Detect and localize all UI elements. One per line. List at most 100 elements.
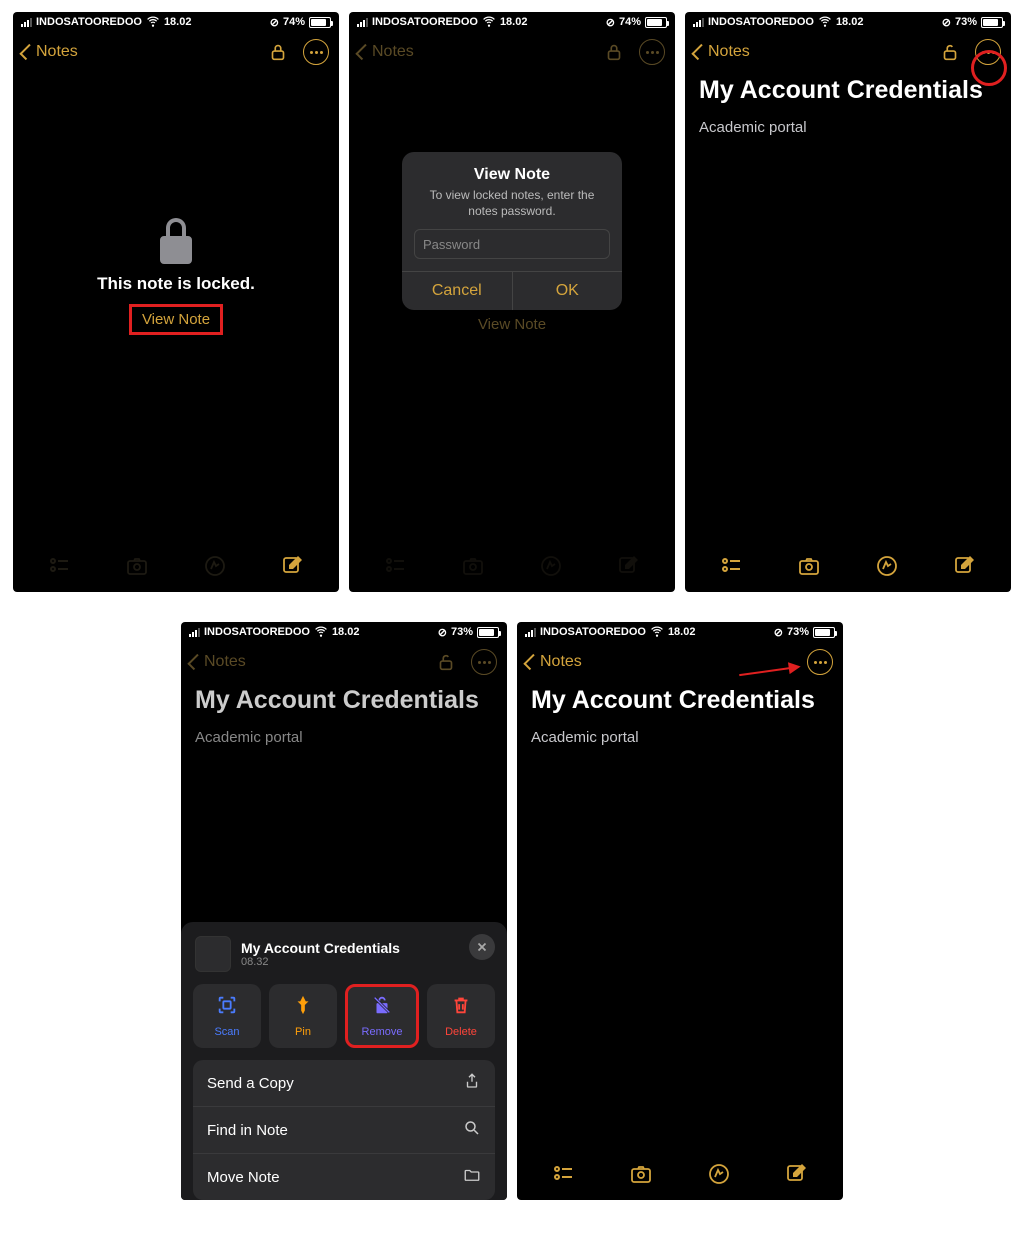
delete-label: Delete: [445, 1026, 477, 1038]
close-button[interactable]: [469, 934, 495, 960]
nav-bar: Notes: [13, 32, 339, 72]
send-copy-item[interactable]: Send a Copy: [193, 1060, 495, 1107]
find-label: Find in Note: [207, 1122, 288, 1139]
more-button[interactable]: [303, 39, 329, 65]
more-icon: [471, 649, 497, 675]
compose-button[interactable]: [952, 554, 976, 583]
compose-button[interactable]: [784, 1162, 808, 1191]
camera-button[interactable]: [629, 1162, 653, 1191]
pin-label: Pin: [295, 1026, 311, 1038]
back-button: Notes: [191, 653, 246, 671]
pin-action[interactable]: Pin: [269, 984, 337, 1048]
lock-toggle-button[interactable]: [267, 41, 289, 63]
signal-icon: [525, 628, 536, 637]
highlight-more: [971, 50, 1007, 86]
alert-message: To view locked notes, enter the notes pa…: [402, 184, 622, 229]
carrier-label: INDOSATOOREDOO: [540, 626, 646, 638]
status-bar: INDOSATOOREDOO 18.02 ⊘ 74%: [349, 12, 675, 32]
trash-icon: [450, 994, 472, 1022]
share-icon: [463, 1072, 481, 1094]
battery-icon: [477, 627, 499, 638]
time-label: 18.02: [332, 626, 360, 638]
orientation-lock-icon: ⊘: [606, 16, 615, 29]
nav-bar: Notes: [349, 32, 675, 72]
orientation-lock-icon: ⊘: [270, 16, 279, 29]
move-item[interactable]: Move Note: [193, 1154, 495, 1200]
folder-icon: [463, 1166, 481, 1188]
battery-icon: [981, 17, 1003, 28]
lock-toggle-button[interactable]: [939, 41, 961, 63]
markup-button[interactable]: [707, 1162, 731, 1191]
note-body[interactable]: Academic portal: [685, 111, 1011, 144]
checklist-button: [384, 554, 408, 583]
battery-icon: [813, 627, 835, 638]
compose-button: [616, 554, 640, 583]
password-input[interactable]: Password: [414, 229, 610, 259]
battery-percent: 74%: [619, 16, 641, 28]
time-label: 18.02: [836, 16, 864, 28]
more-icon: [303, 39, 329, 65]
status-bar: INDOSATOOREDOO 18.02 ⊘ 73%: [181, 622, 507, 642]
scan-label: Scan: [214, 1026, 239, 1038]
back-label: Notes: [204, 653, 246, 671]
screen-share-sheet: INDOSATOOREDOO 18.02 ⊘ 73% Notes: [181, 622, 507, 1200]
note-body[interactable]: Academic portal: [517, 721, 843, 754]
carrier-label: INDOSATOOREDOO: [372, 16, 478, 28]
chevron-left-icon: [19, 44, 35, 60]
alert-title: View Note: [402, 166, 622, 184]
camera-button[interactable]: [797, 554, 821, 583]
time-label: 18.02: [164, 16, 192, 28]
lock-icon: [152, 212, 200, 268]
wifi-icon: [650, 624, 664, 641]
screen-locked-note: INDOSATOOREDOO 18.02 ⊘ 74% Notes: [13, 12, 339, 592]
markup-button[interactable]: [203, 554, 227, 583]
back-button[interactable]: Notes: [23, 43, 78, 61]
screen-password-alert: INDOSATOOREDOO 18.02 ⊘ 74% Notes: [349, 12, 675, 592]
back-button[interactable]: Notes: [695, 43, 750, 61]
share-sheet: My Account Credentials 08.32 Scan: [181, 922, 507, 1200]
find-item[interactable]: Find in Note: [193, 1107, 495, 1154]
compose-button[interactable]: [280, 554, 304, 583]
search-icon: [463, 1119, 481, 1141]
scan-action[interactable]: Scan: [193, 984, 261, 1048]
toolbar: [349, 544, 675, 592]
checklist-button[interactable]: [552, 1162, 576, 1191]
status-bar: INDOSATOOREDOO 18.02 ⊘ 74%: [13, 12, 339, 32]
back-button[interactable]: Notes: [527, 653, 582, 671]
cancel-button[interactable]: Cancel: [402, 272, 513, 310]
wifi-icon: [818, 14, 832, 31]
orientation-lock-icon: ⊘: [438, 626, 447, 639]
lock-toggle-button: [603, 41, 625, 63]
carrier-label: INDOSATOOREDOO: [708, 16, 814, 28]
signal-icon: [21, 18, 32, 27]
battery-percent: 73%: [955, 16, 977, 28]
password-placeholder: Password: [423, 237, 480, 252]
back-label: Notes: [36, 43, 78, 61]
delete-action[interactable]: Delete: [427, 984, 495, 1048]
remove-action[interactable]: Remove: [345, 984, 419, 1048]
battery-icon: [309, 17, 331, 28]
orientation-lock-icon: ⊘: [942, 16, 951, 29]
status-bar: INDOSATOOREDOO 18.02 ⊘ 73%: [517, 622, 843, 642]
camera-button[interactable]: [125, 554, 149, 583]
battery-percent: 74%: [283, 16, 305, 28]
more-icon: [807, 649, 833, 675]
wifi-icon: [146, 14, 160, 31]
view-note-button[interactable]: View Note: [129, 304, 223, 335]
remove-label: Remove: [362, 1026, 403, 1038]
chevron-left-icon: [355, 44, 371, 60]
more-button[interactable]: [807, 649, 833, 675]
send-copy-label: Send a Copy: [207, 1075, 294, 1092]
ok-button[interactable]: OK: [513, 272, 623, 310]
carrier-label: INDOSATOOREDOO: [204, 626, 310, 638]
more-button: [471, 649, 497, 675]
markup-button[interactable]: [875, 554, 899, 583]
checklist-button[interactable]: [48, 554, 72, 583]
wifi-icon: [482, 14, 496, 31]
wifi-icon: [314, 624, 328, 641]
note-title: My Account Credentials: [517, 682, 843, 721]
checklist-button[interactable]: [720, 554, 744, 583]
nav-bar: Notes: [181, 642, 507, 682]
signal-icon: [693, 18, 704, 27]
note-title: My Account Credentials: [685, 72, 1011, 111]
